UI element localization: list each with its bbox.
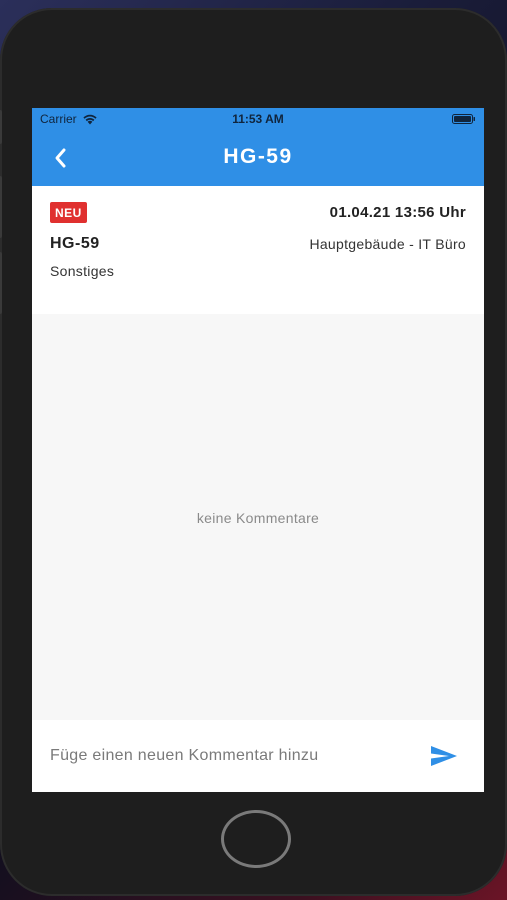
comment-input[interactable] [50,742,410,770]
volume-down-button [0,252,2,314]
app-screen: Carrier 11:53 AM HG-59 NEU 01.04.21 13:5… [32,108,484,792]
navigation-bar: HG-59 [32,130,484,186]
send-icon [431,746,457,766]
status-badge: NEU [50,202,87,223]
send-button[interactable] [428,742,460,770]
status-bar: Carrier 11:53 AM [32,108,484,130]
home-button[interactable] [221,810,291,868]
empty-comments-message: keine Kommentare [196,510,320,526]
status-time: 11:53 AM [232,112,284,126]
page-title: HG-59 [223,145,293,168]
volume-up-button [0,176,2,238]
ticket-location: Hauptgebäude - IT Büro [309,236,466,252]
mute-switch [0,110,2,144]
ticket-id: HG-59 [50,235,100,252]
ticket-category: Sonstiges [50,263,115,279]
ticket-datetime: 01.04.21 13:56 Uhr [329,204,466,221]
battery-icon [452,114,475,124]
